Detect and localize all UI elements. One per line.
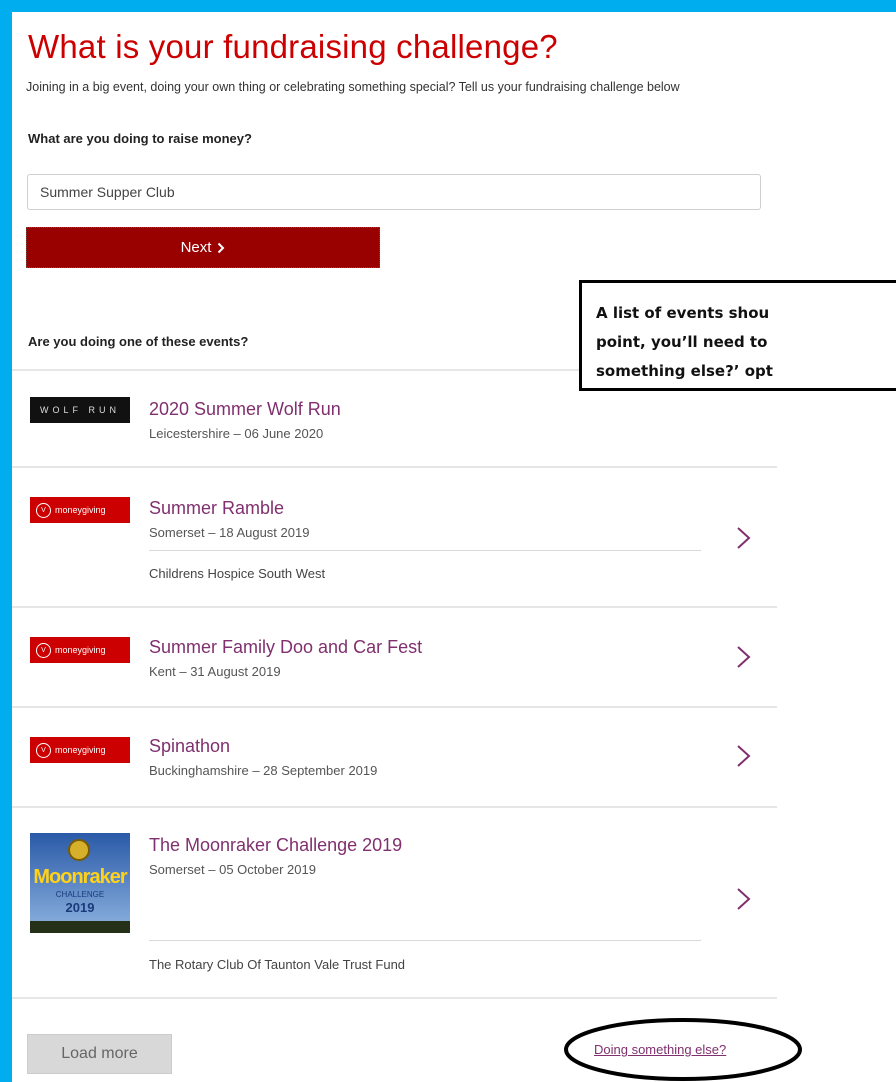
divider bbox=[12, 997, 777, 999]
virgin-money-giving-logo: V moneygiving bbox=[30, 737, 130, 763]
logo-sub: CHALLENGE bbox=[55, 890, 105, 899]
load-more-button[interactable]: Load more bbox=[27, 1034, 172, 1074]
event-name[interactable]: 2020 Summer Wolf Run bbox=[149, 399, 341, 420]
event-meta: Buckinghamshire – 28 September 2019 bbox=[149, 763, 378, 778]
rotary-badge-icon bbox=[68, 839, 90, 861]
divider bbox=[149, 940, 701, 941]
highlight-oval bbox=[564, 1018, 802, 1081]
virgin-money-giving-logo: V moneygiving bbox=[30, 637, 130, 663]
chevron-right-icon bbox=[218, 242, 225, 253]
chevron-right-icon[interactable] bbox=[728, 884, 758, 914]
event-name[interactable]: Summer Family Doo and Car Fest bbox=[149, 637, 422, 658]
callout-line: point, you’ll need to bbox=[596, 333, 768, 351]
event-meta: Kent – 31 August 2019 bbox=[149, 664, 281, 679]
callout-line: A list of events shou bbox=[596, 304, 770, 322]
divider bbox=[12, 806, 777, 808]
challenge-input[interactable]: Summer Supper Club bbox=[27, 174, 761, 210]
logo-year: 2019 bbox=[65, 900, 95, 915]
event-name[interactable]: Spinathon bbox=[149, 736, 230, 757]
logo-text: moneygiving bbox=[55, 505, 106, 515]
logo-ground bbox=[30, 921, 130, 933]
virgin-circle-icon: V bbox=[36, 642, 51, 658]
event-meta: Leicestershire – 06 June 2020 bbox=[149, 426, 324, 441]
intro-text: Joining in a big event, doing your own t… bbox=[26, 80, 680, 94]
next-button-label: Next bbox=[180, 239, 212, 256]
virgin-circle-icon: V bbox=[36, 502, 51, 518]
divider bbox=[12, 466, 777, 468]
moonraker-logo: Moonraker CHALLENGE 2019 bbox=[30, 833, 130, 933]
event-meta: Somerset – 05 October 2019 bbox=[149, 862, 316, 877]
event-name[interactable]: The Moonraker Challenge 2019 bbox=[149, 835, 402, 856]
chevron-right-icon[interactable] bbox=[728, 642, 758, 672]
question-label: What are you doing to raise money? bbox=[28, 131, 252, 146]
logo-title: Moonraker bbox=[33, 866, 127, 888]
events-label: Are you doing one of these events? bbox=[28, 334, 249, 349]
logo-text: moneygiving bbox=[55, 645, 106, 655]
divider bbox=[12, 706, 777, 708]
page-title: What is your fundraising challenge? bbox=[28, 28, 558, 65]
callout-line: something else?’ opt bbox=[596, 362, 773, 380]
event-meta: Somerset – 18 August 2019 bbox=[149, 525, 310, 540]
logo-text: moneygiving bbox=[55, 745, 106, 755]
virgin-money-giving-logo: V moneygiving bbox=[30, 497, 130, 523]
divider bbox=[12, 606, 777, 608]
virgin-circle-icon: V bbox=[36, 742, 51, 758]
next-button[interactable]: Next bbox=[26, 227, 380, 268]
page: What is your fundraising challenge? Join… bbox=[12, 12, 896, 1082]
annotation-callout: A list of events shou point, you’ll need… bbox=[579, 280, 896, 391]
event-name[interactable]: Summer Ramble bbox=[149, 498, 284, 519]
divider bbox=[149, 550, 701, 551]
chevron-right-icon[interactable] bbox=[728, 741, 758, 771]
event-charity: The Rotary Club Of Taunton Vale Trust Fu… bbox=[149, 957, 406, 972]
event-charity: Childrens Hospice South West bbox=[149, 566, 326, 581]
chevron-right-icon[interactable] bbox=[728, 523, 758, 553]
wolf-run-logo: WOLF RUN bbox=[30, 397, 130, 423]
